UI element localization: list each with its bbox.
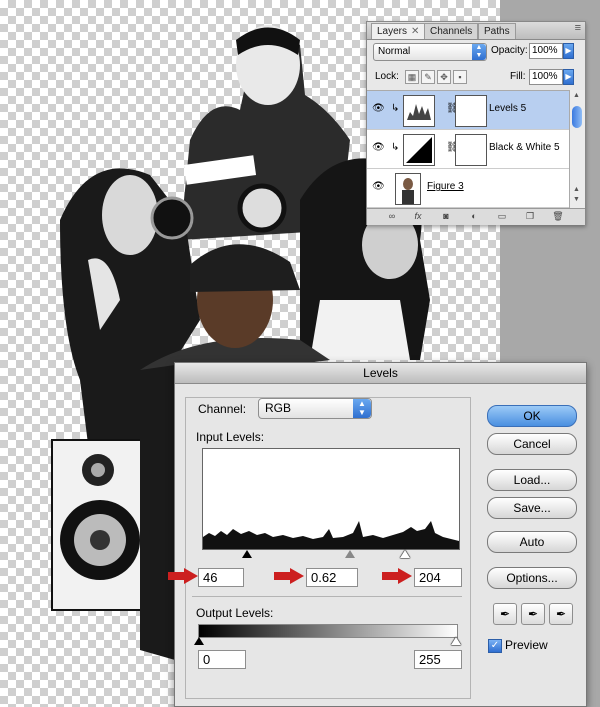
dialog-title: Levels	[175, 363, 586, 384]
adjustment-icon[interactable]: ◐	[467, 211, 481, 222]
lock-label: Lock:	[375, 71, 399, 82]
opacity-field[interactable]: 100%	[529, 43, 563, 59]
clip-arrow-icon: ↳	[391, 142, 400, 153]
blend-mode-select[interactable]: Normal ▲ ▼	[373, 43, 487, 61]
panel-menu-icon[interactable]: ≡	[575, 22, 581, 34]
scroll-thumb[interactable]	[572, 106, 582, 128]
tab-channels[interactable]: Channels	[424, 23, 479, 39]
fill-label: Fill:	[510, 71, 526, 82]
gray-eyedropper-icon[interactable]: ✒	[521, 603, 545, 625]
fx-icon[interactable]: fx	[411, 211, 425, 222]
layer-mask-thumbnail	[455, 134, 487, 166]
ok-button[interactable]: OK	[487, 405, 577, 427]
layer-row-levels[interactable]: 👁 ↳ ⛓ Levels 5	[367, 91, 569, 130]
output-white-slider[interactable]	[451, 637, 461, 645]
layer-list-scrollbar[interactable]: ▲ ▲ ▼	[569, 90, 585, 208]
histogram	[202, 448, 460, 550]
black-white-adjustment-thumbnail	[403, 134, 435, 166]
scroll-down-icon[interactable]: ▲	[573, 186, 580, 193]
layer-mask-thumbnail	[455, 95, 487, 127]
output-levels-label: Output Levels:	[196, 606, 274, 620]
layer-row-black-white[interactable]: 👁 ↳ ⛓ Black & White 5	[367, 130, 569, 169]
input-white-field[interactable]	[414, 568, 462, 587]
layers-panel-tabs: Layers ✕ Channels Paths ≡	[367, 22, 585, 40]
tab-paths[interactable]: Paths	[478, 23, 516, 39]
auto-button[interactable]: Auto	[487, 531, 577, 553]
white-point-slider[interactable]	[400, 550, 410, 558]
layer-name: Levels 5	[489, 103, 527, 114]
lock-move-icon[interactable]: ✥	[437, 70, 451, 84]
input-gamma-field[interactable]	[306, 568, 358, 587]
link-icon[interactable]: ∞	[385, 211, 399, 222]
clip-arrow-icon: ↳	[391, 103, 400, 114]
eye-icon[interactable]: 👁	[372, 143, 386, 153]
input-levels-label: Input Levels:	[196, 430, 265, 444]
layer-name: Figure 3	[427, 181, 464, 192]
channel-select-arrows-icon: ▲ ▼	[353, 399, 371, 418]
channel-label: Channel:	[198, 402, 247, 416]
levels-group: Channel: RGB ▲▼ Input Levels: Output Lev…	[168, 397, 471, 699]
channel-value: RGB	[265, 401, 292, 415]
black-eyedropper-icon[interactable]: ✒	[493, 603, 517, 625]
channel-select[interactable]: RGB ▲ ▼	[258, 398, 372, 419]
red-arrow-annotation	[274, 568, 304, 584]
cancel-button[interactable]: Cancel	[487, 433, 577, 455]
gamma-slider[interactable]	[345, 550, 355, 558]
levels-adjustment-thumbnail	[403, 95, 435, 127]
eye-icon[interactable]: 👁	[372, 104, 386, 114]
layer-row-figure[interactable]: 👁 Figure 3	[367, 169, 569, 208]
black-point-slider[interactable]	[242, 550, 252, 558]
layer-name: Black & White 5	[489, 142, 560, 153]
blend-mode-arrows-icon: ▲ ▼	[472, 44, 486, 60]
tab-layers-label: Layers	[377, 26, 408, 37]
figure-layer-thumbnail	[395, 173, 421, 205]
scroll-up-icon[interactable]: ▲	[573, 92, 580, 99]
fill-slider-button[interactable]: ▶	[563, 69, 574, 85]
lock-brush-icon[interactable]: ✎	[421, 70, 435, 84]
options-button[interactable]: Options...	[487, 567, 577, 589]
preview-label: Preview	[505, 638, 548, 652]
tab-layers[interactable]: Layers ✕	[371, 23, 426, 39]
output-gradient-bar	[198, 624, 458, 638]
output-white-field[interactable]	[414, 650, 462, 669]
preview-checkbox[interactable]: ✓	[488, 639, 502, 653]
white-eyedropper-icon[interactable]: ✒	[549, 603, 573, 625]
lock-transparency-icon[interactable]: ▦	[405, 70, 419, 84]
red-arrow-annotation	[382, 568, 412, 584]
input-black-field[interactable]	[198, 568, 244, 587]
blend-mode-value: Normal	[378, 46, 411, 57]
lock-all-icon[interactable]: ▪	[453, 70, 467, 84]
layers-panel: Layers ✕ Channels Paths ≡ Normal ▲ ▼ Opaci…	[366, 21, 586, 225]
group-folder-icon[interactable]: ▭	[495, 211, 509, 222]
fill-field[interactable]: 100%	[529, 69, 563, 85]
opacity-slider-button[interactable]: ▶	[563, 43, 574, 59]
levels-dialog: Levels Channel: RGB ▲▼ Input Levels: Out…	[168, 362, 587, 707]
mask-icon[interactable]: ◙	[439, 211, 453, 222]
output-black-field[interactable]	[198, 650, 246, 669]
layers-footer: ∞ fx ◙ ◐ ▭ ❐ 🗑	[367, 208, 585, 225]
close-tab-icon[interactable]: ✕	[411, 26, 419, 37]
new-layer-icon[interactable]: ❐	[523, 211, 537, 222]
save-button[interactable]: Save...	[487, 497, 577, 519]
output-black-slider[interactable]	[194, 637, 204, 645]
layer-list: 👁 ↳ ⛓ Levels 5 👁 ↳ ⛓ Black & White 5 👁 F	[367, 90, 569, 209]
scroll-down-icon[interactable]: ▼	[573, 196, 580, 203]
eye-icon[interactable]: 👁	[372, 182, 386, 192]
opacity-label: Opacity:	[491, 45, 528, 56]
trash-icon[interactable]: 🗑	[551, 211, 565, 222]
red-arrow-annotation	[168, 568, 198, 584]
histogram-graph	[203, 521, 459, 549]
load-button[interactable]: Load...	[487, 469, 577, 491]
divider	[192, 596, 462, 597]
